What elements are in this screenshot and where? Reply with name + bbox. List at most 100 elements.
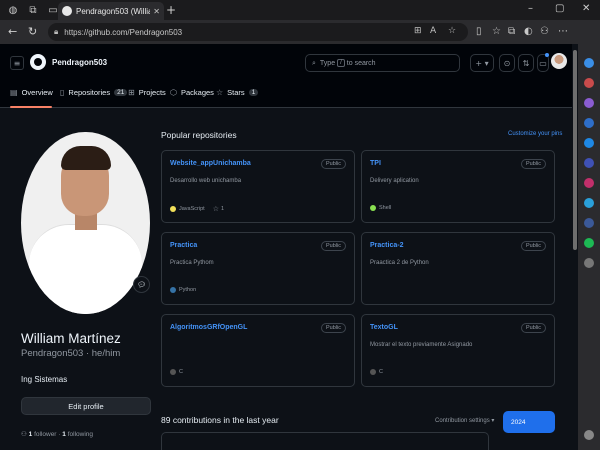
avatar[interactable] [551,53,567,69]
favorite-icon[interactable]: ☆ [448,26,456,36]
browser-tab[interactable]: Pendragon503 (William Martínez ✕ [58,2,164,20]
follow-stats: ⚇ 1 follower · 1 following [21,431,93,438]
visibility-badge: Public [321,323,346,333]
more-icon[interactable]: ⋯ [558,26,568,37]
github-page: ≡ Pendragon503 ⌕ Type / to search + ▾ ⊙ … [0,44,578,450]
page-scrollbar[interactable] [572,44,578,450]
tab-label: Projects [138,88,166,97]
repo-language: C [379,369,383,375]
profile-photo[interactable] [21,132,150,314]
repo-language: Shell [379,205,392,211]
menu-icon[interactable]: ≡ [10,56,24,70]
refresh-icon[interactable]: ↻ [28,25,37,38]
office-sidebar-icon[interactable] [584,118,594,128]
repo-card: Website_appUnichamba Public Desarrollo w… [161,150,355,223]
language-color-dot [370,205,376,211]
star-icon[interactable]: ☆ [213,205,219,213]
active-tab-indicator [10,106,52,108]
extensions-icon[interactable]: ⚇ [540,26,549,37]
profile-nav: ▤ Overview ▯ Repositories 21 ⊞ Projects … [0,84,578,108]
customize-pins-link[interactable]: Customize your pins [508,131,562,137]
facebook-sidebar-icon[interactable] [584,218,594,228]
instagram-sidebar-icon[interactable] [584,178,594,188]
back-icon[interactable]: ← [8,25,17,38]
add-sidebar-icon[interactable] [584,258,594,268]
edge-sidebar [578,44,600,450]
github-header: ≡ Pendragon503 ⌕ Type / to search + ▾ ⊙ … [0,44,578,108]
close-window-icon[interactable]: ✕ [582,3,590,14]
pull-requests-icon[interactable]: ⇅ [518,54,534,72]
header-username[interactable]: Pendragon503 [52,58,107,67]
create-new-button[interactable]: + ▾ [470,54,494,72]
favorites-icon[interactable]: ☆ [492,26,501,37]
profile-full-name: William Martínez [21,331,121,346]
copilot-icon[interactable]: ◐ [524,26,533,37]
github-favicon-icon [62,6,72,16]
language-color-dot [170,206,176,212]
language-color-dot [170,369,176,375]
settings-sidebar-icon[interactable] [584,430,594,440]
collections-icon[interactable]: ⧉ [508,26,515,37]
repo-name[interactable]: Practica-2 [370,242,403,249]
workspaces-icon[interactable]: ⧉ [26,3,40,17]
repo-language: JavaScript [179,206,205,212]
tab-projects[interactable]: ⊞ Projects [128,88,166,97]
repo-name[interactable]: AlgoritmosGRfOpenGL [170,324,247,331]
tab-strip: ◍ ⧉ ▭ Pendragon503 (William Martínez ✕ +… [0,0,600,20]
maximize-icon[interactable]: ▢ [555,3,564,14]
teams-sidebar-icon[interactable] [584,158,594,168]
tab-label: Packages [180,88,214,97]
language-color-dot [170,287,176,293]
book-icon: ▤ [10,88,18,97]
repo-description: Delivery aplication [370,178,419,184]
url-text[interactable]: https://github.com/Pendragon503 [64,28,182,37]
profile-icon[interactable]: ◍ [6,3,20,17]
repo-meta: Python [170,287,196,293]
address-bar[interactable]: 🔒︎ https://github.com/Pendragon503 ⊞ A ☆ [48,23,468,41]
repo-language: Python [179,287,197,293]
repo-description: Desarrollo web unichamba [170,178,242,184]
tab-repositories[interactable]: ▯ Repositories 21 [60,88,128,97]
following-label[interactable]: following [68,431,93,438]
repo-stars[interactable]: 1 [221,206,224,212]
contribution-settings-button[interactable]: Contribution settings ▾ [435,417,494,424]
close-tab-icon[interactable]: ✕ [153,7,160,16]
read-aloud-icon[interactable]: A [430,26,436,36]
tools-sidebar-icon[interactable] [584,78,594,88]
minimize-icon[interactable]: – [528,3,533,14]
telegram-sidebar-icon[interactable] [584,198,594,208]
tab-stars[interactable]: ☆ Stars 1 [216,88,259,97]
games-sidebar-icon[interactable] [584,98,594,108]
tab-packages[interactable]: ⬡ Packages [170,88,214,97]
popular-repos-title: Popular repositories [161,130,237,140]
scrollbar-thumb[interactable] [573,50,577,250]
set-status-icon[interactable]: 💬︎ [133,276,150,293]
issues-icon[interactable]: ⊙ [499,54,515,72]
new-tab-icon[interactable]: + [166,3,176,17]
lock-icon[interactable]: 🔒︎ [54,27,58,37]
outlook-sidebar-icon[interactable] [584,138,594,148]
tab-title: Pendragon503 (William Martínez [76,6,151,16]
photo-shirt [29,224,142,314]
edit-profile-button[interactable]: Edit profile [21,397,151,415]
tab-overview[interactable]: ▤ Overview [10,88,53,97]
github-logo-icon[interactable] [30,54,46,70]
repo-name[interactable]: Practica [170,242,197,249]
repo-name[interactable]: TextoGL [370,324,398,331]
spotify-sidebar-icon[interactable] [584,238,594,248]
repo-name[interactable]: Website_appUnichamba [170,160,251,167]
contribution-graph [161,432,489,450]
following-count[interactable]: 1 [62,431,66,438]
search-input[interactable]: ⌕ Type / to search [305,54,460,72]
repo-description: Mostrar el texto previamente Asignado [370,342,473,348]
search-sidebar-icon[interactable] [584,58,594,68]
followers-count[interactable]: 1 [29,431,33,438]
year-button[interactable]: 2024 [503,411,555,433]
repo-name[interactable]: TPI [370,160,381,167]
reader-icon[interactable]: ⊞ [414,26,422,36]
repo-meta: Shell [370,205,391,211]
repo-meta: JavaScript ☆ 1 [170,205,224,213]
tab-count: 21 [114,89,128,96]
followers-label[interactable]: follower [34,431,56,438]
split-screen-icon[interactable]: ▯ [476,26,482,37]
